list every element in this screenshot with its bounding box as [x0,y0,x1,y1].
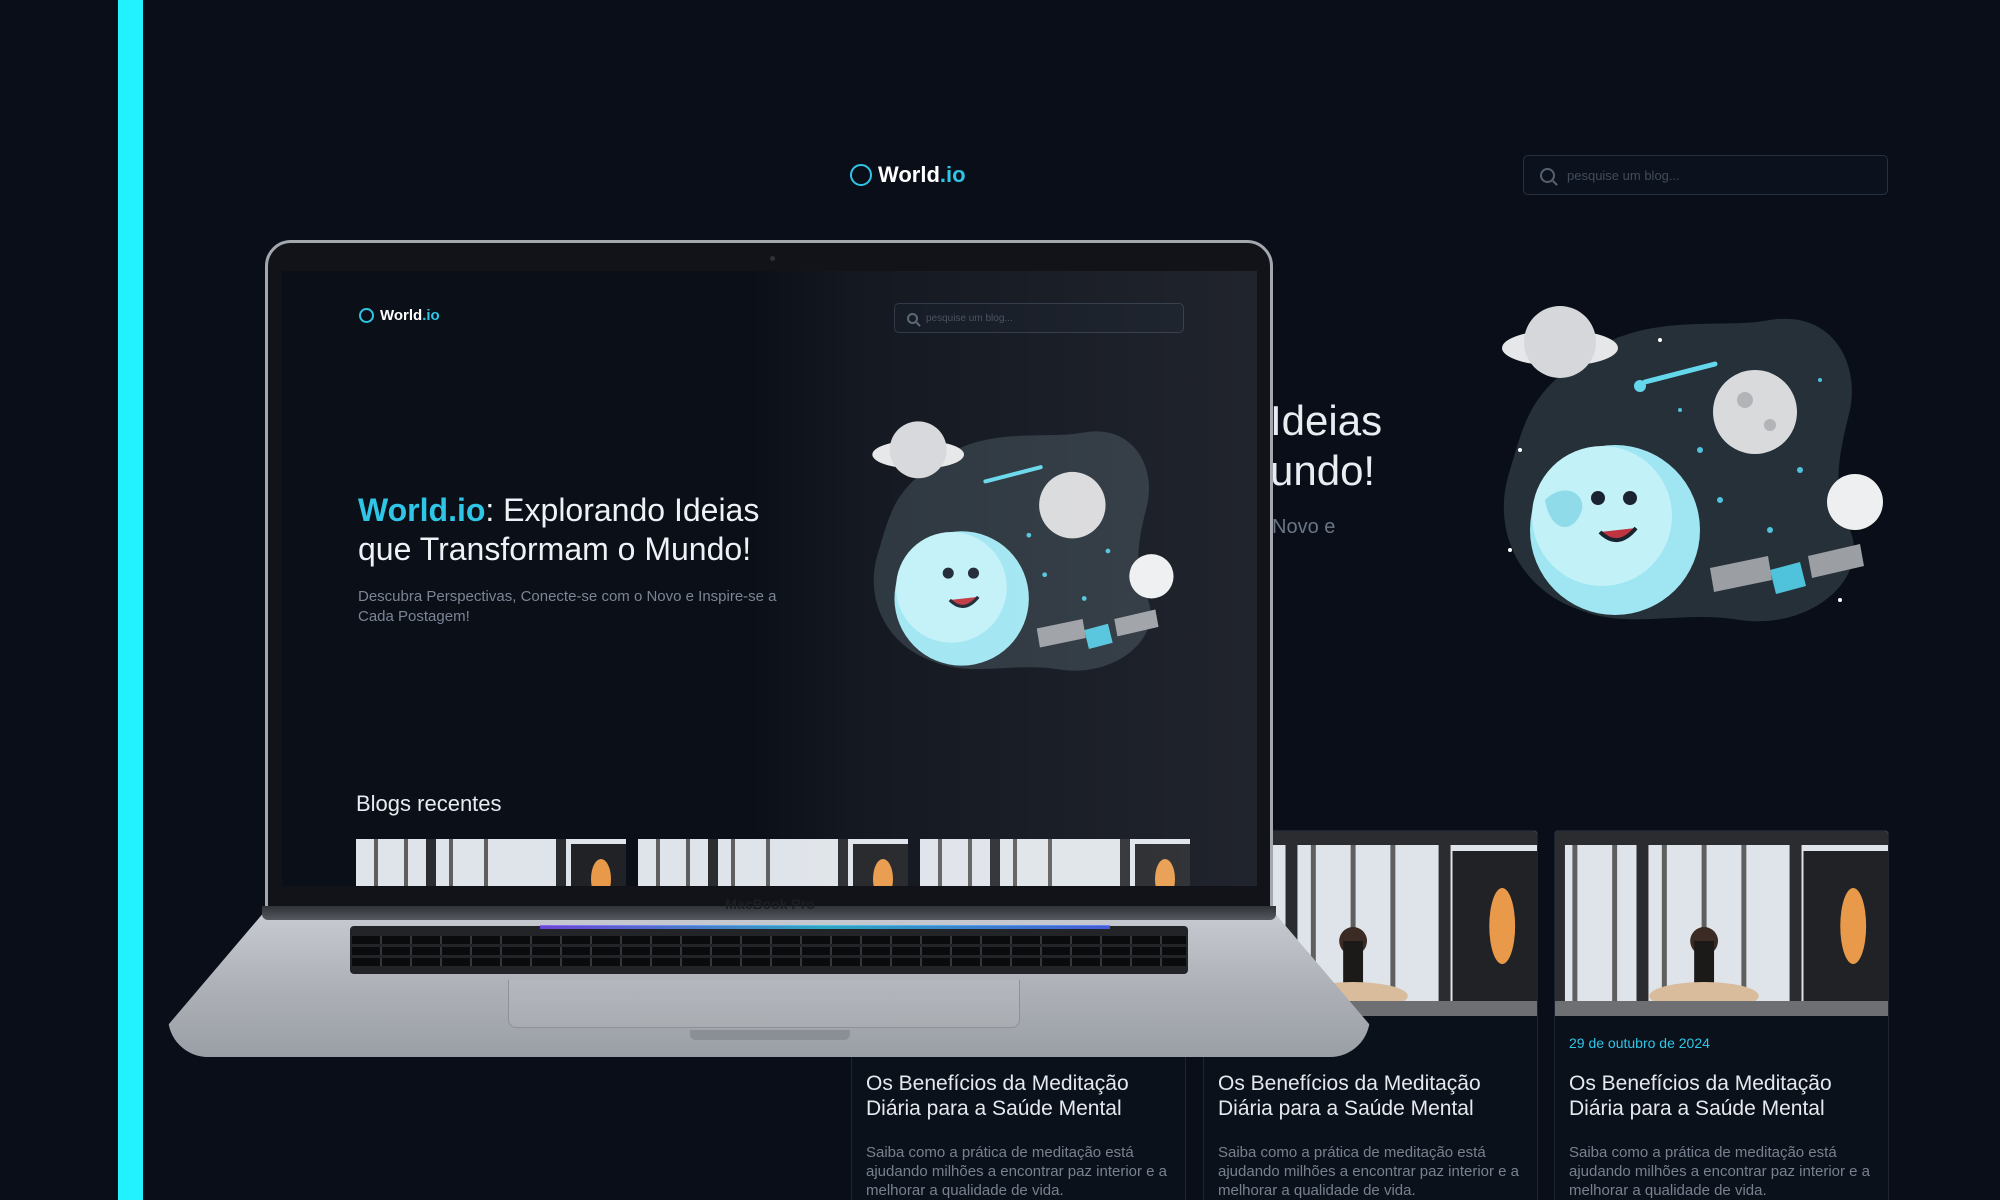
meditation-photo[interactable] [920,839,1190,886]
search-placeholder: pesquise um blog... [926,312,1013,324]
hero-subtitle: Novo e [1272,516,1336,538]
meditation-photo[interactable] [638,839,908,886]
card-date: 29 de outubro de 2024 [1569,1035,1710,1051]
card-excerpt: Saiba como a prática de meditação está a… [866,1144,1168,1199]
laptop-lid: World.io pesquise um blog... World.io: E… [265,240,1273,912]
logo-name: World [380,307,423,324]
hero-brand: World.io [358,492,486,528]
planet-illustration [872,421,1174,671]
search-icon [1540,167,1555,183]
meditation-photo [1555,831,1888,1016]
world-logo-icon [850,164,872,186]
screen-search-bar[interactable]: pesquise um blog... [894,303,1184,333]
screen-hero-subtitle: Descubra Perspectivas, Conecte-se com o … [358,588,777,625]
hero-title-line2: que Transformam o Mundo! [358,531,752,567]
blog-card[interactable]: 29 de outubro de 2024 Os Benefícios da M… [1554,830,1889,1200]
search-bar[interactable]: pesquise um blog... [1523,155,1888,195]
world-logo-icon [359,308,374,323]
laptop-screen: World.io pesquise um blog... World.io: E… [282,271,1257,886]
recent-blogs-heading: Blogs recentes [356,791,502,816]
logo-name: World [878,162,940,187]
planet-illustration [1502,306,1883,622]
logo-suffix: .io [422,307,440,324]
header-logo[interactable]: World.io [850,162,966,188]
card-excerpt: Saiba como a prática de meditação está a… [1218,1144,1520,1199]
card-title[interactable]: Os Benefícios da Meditação Diária para a… [1218,1071,1528,1121]
card-excerpt: Saiba como a prática de meditação está a… [1569,1144,1871,1199]
card-title[interactable]: Os Benefícios da Meditação Diária para a… [1569,1071,1879,1121]
camera-icon [770,256,775,261]
hero-title-line2: undo! [1270,447,1376,494]
search-placeholder: pesquise um blog... [1567,167,1680,183]
search-icon [907,312,918,324]
logo-suffix: .io [939,162,966,187]
screen-logo[interactable]: World.io [359,307,440,324]
screen-hero-title: World.io: Explorando Ideias que Transfor… [358,491,759,569]
hero-title-line1: Ideias [1270,397,1383,444]
meditation-photo[interactable] [356,839,626,886]
card-title[interactable]: Os Benefícios da Meditação Diária para a… [866,1071,1176,1121]
hero-title: Ideias undo! [1270,396,1382,496]
hero-title-rest: : Explorando Ideias [485,492,760,528]
